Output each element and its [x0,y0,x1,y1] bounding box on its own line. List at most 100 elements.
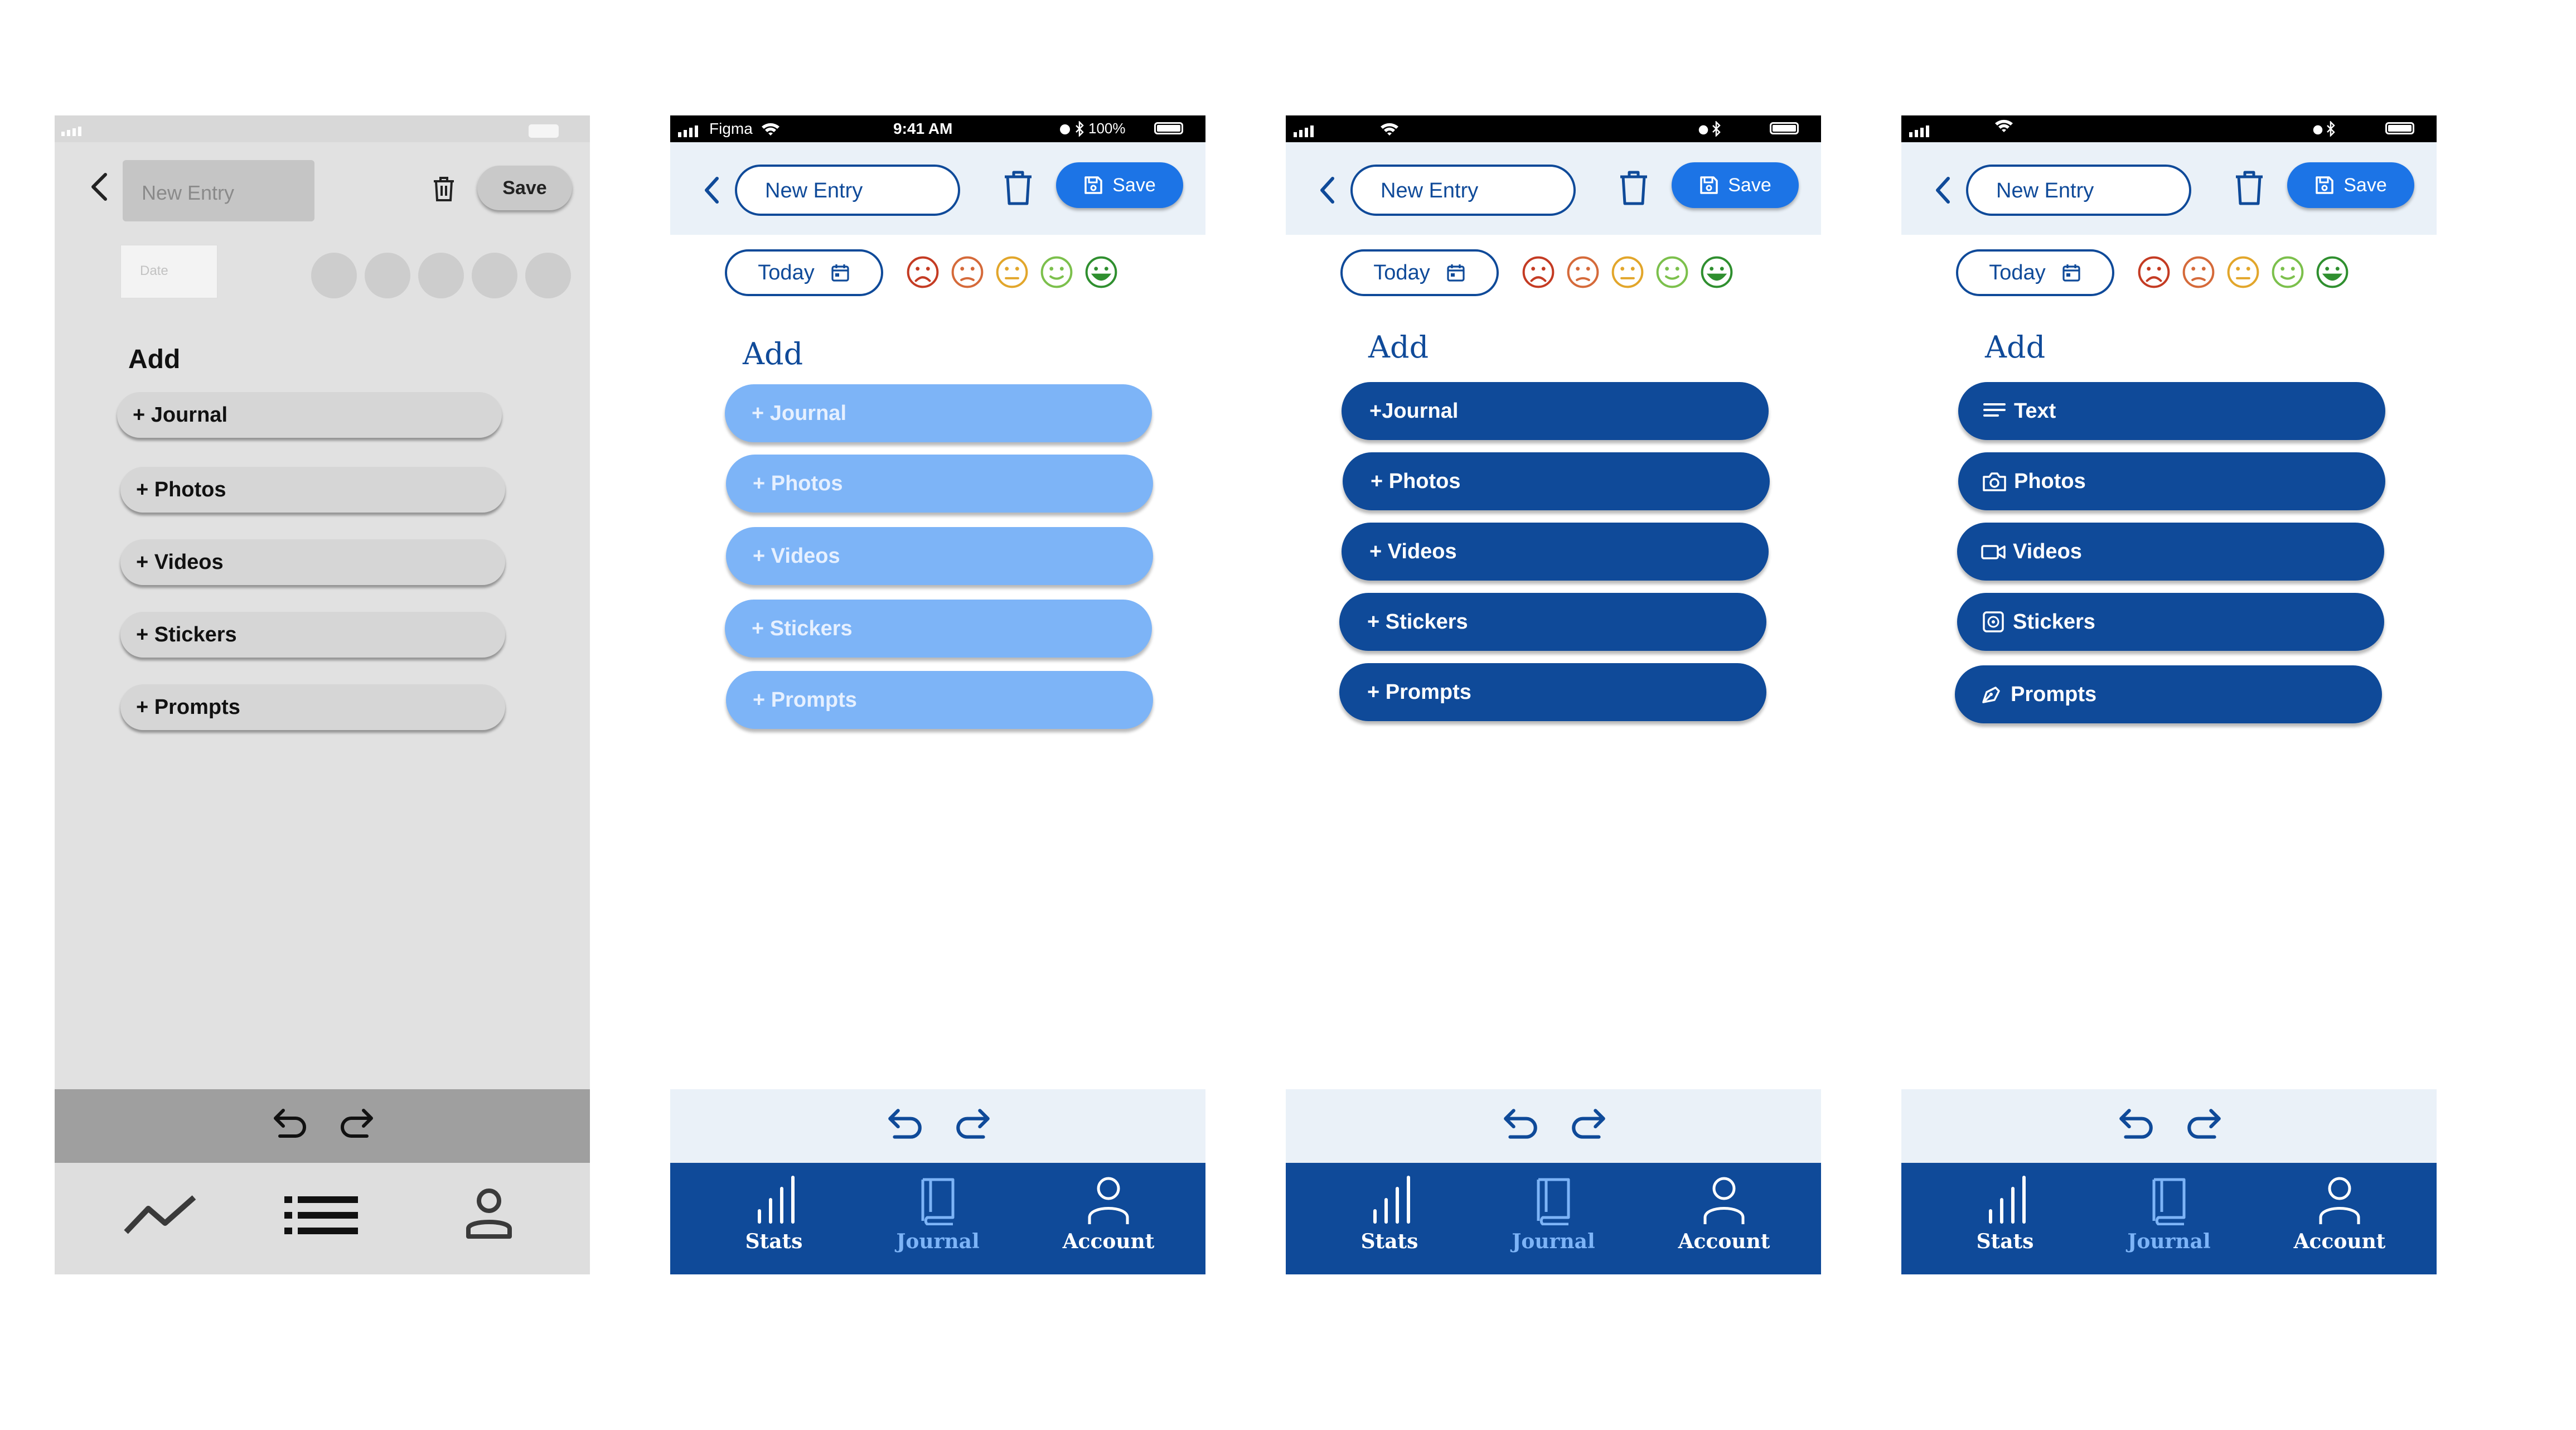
back-chevron-icon[interactable] [84,171,115,202]
add-prompts-button[interactable]: + Prompts [1339,663,1766,721]
save-button[interactable]: Save [1672,162,1799,208]
tab-account[interactable]: Account [1663,1175,1785,1264]
mood-placeholder-circle[interactable] [365,253,410,298]
very-sad-face-icon[interactable] [1521,255,1556,292]
person-icon[interactable] [464,1186,514,1240]
add-heading: Add [128,345,181,374]
very-happy-face-icon[interactable] [1084,255,1118,292]
trash-icon[interactable] [432,176,456,205]
save-button[interactable]: Save [2287,162,2414,208]
very-sad-face-icon[interactable] [906,255,940,292]
undo-icon[interactable] [2118,1105,2154,1145]
tab-journal[interactable]: Journal [877,1175,999,1264]
trash-icon[interactable] [2234,170,2265,209]
entry-title-input[interactable]: New Entry [123,160,314,221]
tab-stats-label: Stats [1360,1230,1418,1253]
undo-redo-bar [1901,1089,2437,1163]
wifi-icon [1995,119,2013,132]
status-bar [55,115,590,142]
redo-icon[interactable] [339,1105,375,1144]
clock-label: 9:41 AM [893,120,953,137]
date-field[interactable]: Date [120,245,217,298]
tab-stats[interactable]: Stats [713,1175,835,1264]
redo-icon[interactable] [2186,1105,2222,1145]
mood-placeholder-circle[interactable] [525,253,571,298]
add-stickers-button[interactable]: Stickers [1957,593,2384,651]
trash-icon[interactable] [1003,170,1034,209]
undo-icon[interactable] [887,1105,923,1145]
tab-account[interactable]: Account [1047,1175,1170,1264]
add-journal-button[interactable]: +Journal [1342,382,1769,440]
neutral-face-icon[interactable] [995,255,1029,292]
calendar-icon [2062,264,2080,282]
sad-face-icon[interactable] [1566,255,1600,292]
entry-title-input[interactable]: New Entry [1350,165,1576,216]
very-happy-face-icon[interactable] [1699,255,1734,292]
add-photos-button[interactable]: + Photos [120,467,505,513]
back-chevron-icon[interactable] [696,175,727,206]
tab-stats[interactable]: Stats [1328,1175,1451,1264]
tab-bar: Stats Journal Account [670,1163,1205,1274]
entry-title-input[interactable]: New Entry [1966,165,2191,216]
trash-icon[interactable] [1618,170,1649,209]
neutral-face-icon[interactable] [1610,255,1645,292]
tab-journal[interactable]: Journal [1492,1175,1615,1264]
add-videos-button[interactable]: + Videos [726,527,1153,585]
sad-face-icon[interactable] [2181,255,2216,292]
tab-account[interactable]: Account [2278,1175,2401,1264]
date-picker-button[interactable]: Today [1340,249,1499,296]
add-stickers-button[interactable]: + Stickers [120,612,505,658]
add-journal-button[interactable]: + Journal [117,392,502,438]
mood-placeholders [311,253,571,298]
wireframe-screen: New Entry Save Date Add + Journal + Phot… [55,115,590,1274]
entry-title-input[interactable]: New Entry [735,165,960,216]
add-prompts-button[interactable]: + Prompts [726,671,1153,729]
redo-icon[interactable] [955,1105,991,1145]
add-photos-button[interactable]: + Photos [726,455,1153,513]
save-label: Save [2343,174,2387,196]
add-stickers-button[interactable]: + Stickers [725,600,1152,658]
person-icon [1088,1177,1129,1224]
undo-icon[interactable] [1502,1105,1539,1145]
date-picker-button[interactable]: Today [1956,249,2114,296]
mood-placeholder-circle[interactable] [418,253,464,298]
add-videos-button[interactable]: + Videos [1342,523,1769,581]
date-picker-button[interactable]: Today [725,249,883,296]
back-chevron-icon[interactable] [1311,175,1343,206]
save-button[interactable]: Save [1056,162,1183,208]
smile-face-icon[interactable] [1655,255,1689,292]
add-item-label: + Photos [753,471,843,495]
trend-line-icon[interactable] [123,1194,197,1236]
mood-placeholder-circle[interactable] [472,253,517,298]
smile-face-icon[interactable] [1039,255,1074,292]
mood-selector [1521,255,1734,292]
very-happy-face-icon[interactable] [2315,255,2350,292]
add-photos-button[interactable]: + Photos [1343,452,1770,510]
smile-face-icon[interactable] [2270,255,2305,292]
add-text-button[interactable]: Text [1958,382,2385,440]
back-chevron-icon[interactable] [1927,175,1958,206]
tab-stats-label: Stats [1976,1230,2034,1253]
add-videos-button[interactable]: + Videos [120,539,505,585]
add-photos-button[interactable]: Photos [1958,452,2385,510]
mood-placeholder-circle[interactable] [311,253,357,298]
battery-icon [529,124,559,138]
add-journal-button[interactable]: + Journal [725,384,1152,442]
neutral-face-icon[interactable] [2226,255,2260,292]
add-prompts-button[interactable]: + Prompts [120,684,505,730]
add-videos-button[interactable]: Videos [1957,523,2384,581]
list-icon[interactable] [284,1194,359,1236]
sad-face-icon[interactable] [950,255,985,292]
very-sad-face-icon[interactable] [2137,255,2171,292]
bluetooth-icon [1712,121,1721,137]
tab-journal[interactable]: Journal [2108,1175,2230,1264]
redo-icon[interactable] [1570,1105,1607,1145]
tab-journal-label: Journal [1512,1230,1595,1253]
tab-stats[interactable]: Stats [1944,1175,2066,1264]
entry-title-placeholder: New Entry [1381,179,1479,202]
date-placeholder: Date [140,263,168,278]
undo-icon[interactable] [272,1105,308,1144]
add-stickers-button[interactable]: + Stickers [1339,593,1766,651]
add-prompts-button[interactable]: Prompts [1955,665,2382,723]
save-button[interactable]: Save [477,166,572,210]
